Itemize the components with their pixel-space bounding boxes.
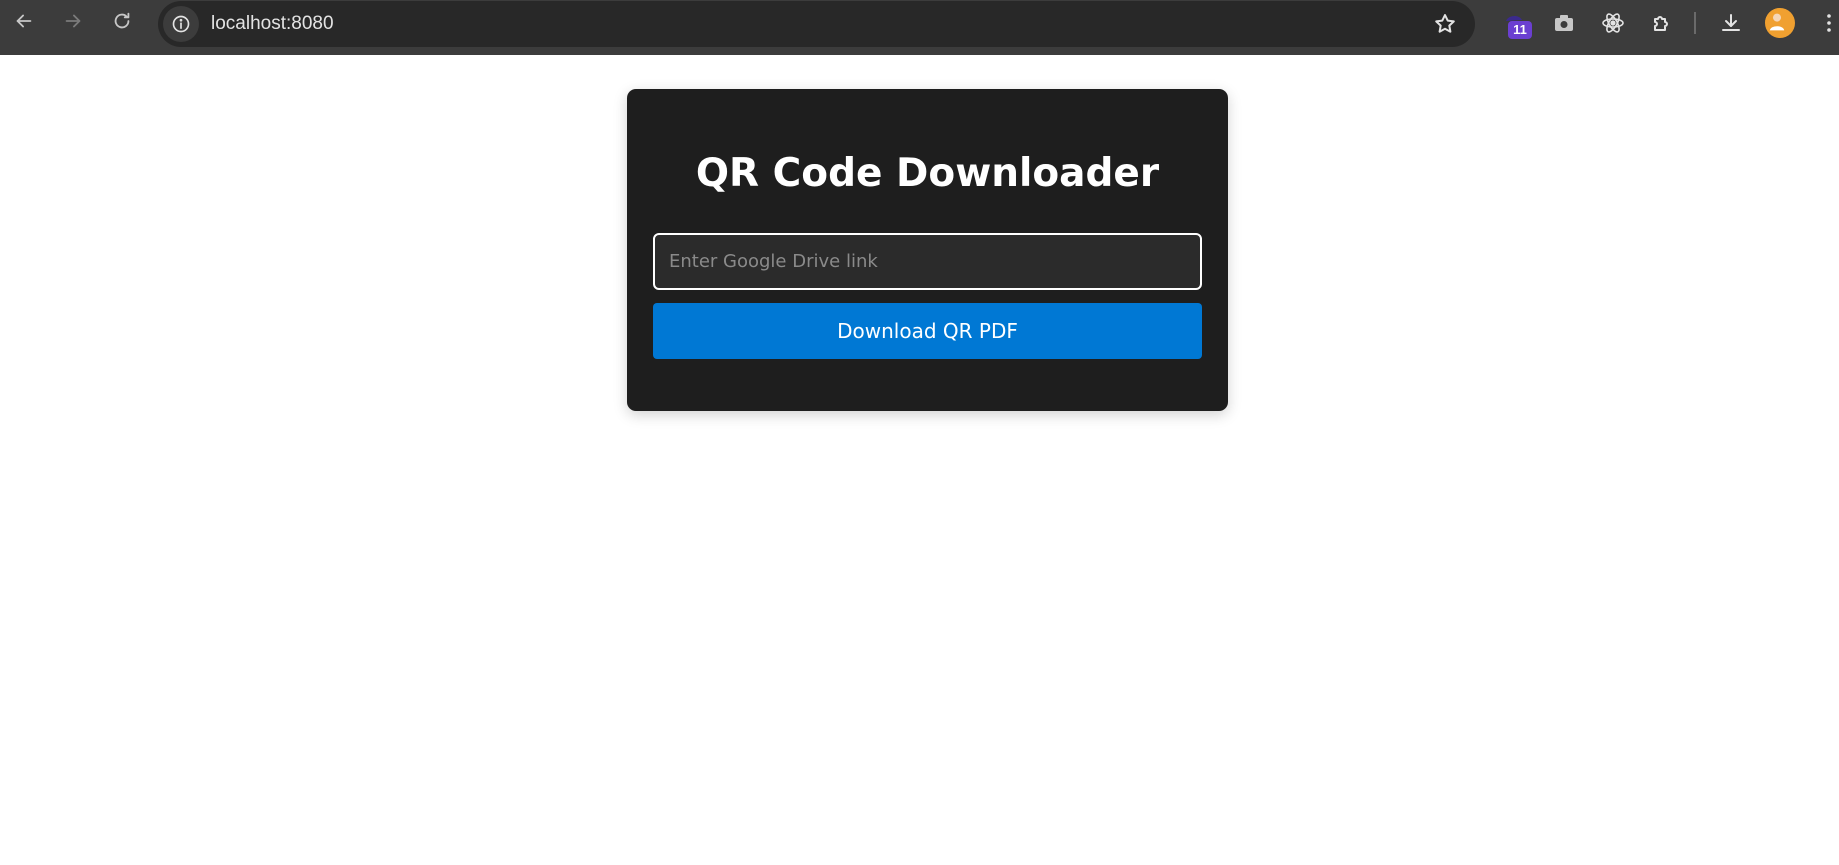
page-title: QR Code Downloader xyxy=(695,151,1160,196)
profile-avatar xyxy=(1765,8,1795,38)
back-button[interactable] xyxy=(2,1,46,41)
camera-extension[interactable] xyxy=(1543,2,1585,44)
drive-link-input[interactable] xyxy=(653,233,1202,290)
url-text[interactable]: localhost:8080 xyxy=(211,13,334,35)
profile-button[interactable] xyxy=(1759,2,1801,44)
forward-arrow-icon xyxy=(65,14,81,28)
browser-toolbar: localhost:8080 11 xyxy=(0,0,1839,55)
reload-button[interactable] xyxy=(100,1,144,41)
reload-icon xyxy=(114,12,130,29)
browser-menu-button[interactable] xyxy=(1808,2,1839,44)
download-icon xyxy=(1722,14,1740,31)
camera-icon xyxy=(1555,15,1573,31)
toolbar-separator xyxy=(1694,12,1696,34)
extension-badge-count: 11 xyxy=(1508,21,1532,39)
react-icon xyxy=(1602,13,1624,33)
extensions-area: 11 xyxy=(1494,0,1839,46)
site-info-button[interactable] xyxy=(163,6,199,42)
downloader-card: QR Code Downloader Download QR PDF xyxy=(627,89,1228,411)
address-bar[interactable]: localhost:8080 xyxy=(158,1,1475,47)
bookmark-star-icon[interactable] xyxy=(1433,12,1457,36)
kebab-menu-icon xyxy=(1827,14,1831,32)
forward-button[interactable] xyxy=(51,1,95,41)
react-devtools-extension[interactable] xyxy=(1592,2,1634,44)
downloads-button[interactable] xyxy=(1710,2,1752,44)
extensions-menu-button[interactable] xyxy=(1641,2,1683,44)
site-info-icon xyxy=(172,15,190,33)
download-qr-pdf-button[interactable]: Download QR PDF xyxy=(653,303,1202,359)
back-arrow-icon xyxy=(16,14,32,28)
puzzle-extensions-icon xyxy=(1654,16,1668,31)
extension-with-badge[interactable]: 11 xyxy=(1494,2,1536,44)
